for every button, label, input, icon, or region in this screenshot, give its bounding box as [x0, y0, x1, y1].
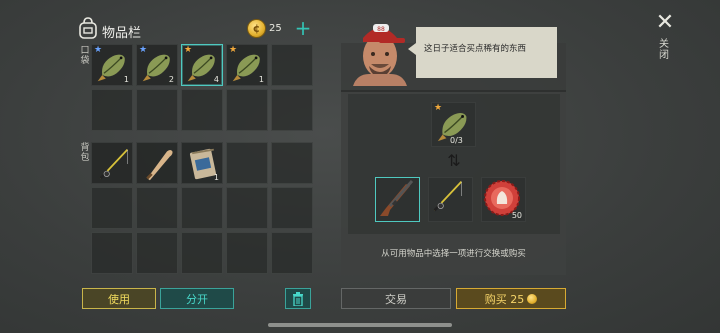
empty-slot[interactable]	[271, 44, 313, 86]
offer-item-slot[interactable]	[428, 177, 473, 222]
pocket-label: 口袋	[80, 46, 90, 66]
add-coins-button[interactable]: +	[294, 18, 312, 38]
item-count: 1	[213, 173, 219, 182]
buy-button[interactable]: 购买 25	[456, 288, 566, 309]
coin-count: 25	[269, 23, 282, 34]
inventory-title: 物品栏	[102, 26, 142, 41]
coin-icon: ¢	[247, 19, 266, 38]
fishing-rod-icon	[433, 180, 463, 212]
empty-slot[interactable]	[226, 187, 268, 229]
request-count: 0/3	[450, 136, 463, 145]
empty-slot[interactable]	[181, 232, 223, 274]
empty-slot[interactable]	[136, 89, 178, 131]
npc-speech-text: 这日子适合买点稀有的东西	[424, 44, 527, 54]
item-count: 4	[213, 75, 219, 84]
pocket-item-slot[interactable]: ★ 2	[136, 44, 178, 86]
exchange-arrows-icon: ⇅	[447, 151, 461, 170]
use-button[interactable]: 使用	[82, 288, 156, 309]
empty-slot[interactable]	[136, 232, 178, 274]
npc-speech-bubble: 这日子适合买点稀有的东西	[408, 27, 557, 78]
item-count: 1	[123, 75, 129, 84]
empty-slot[interactable]	[91, 187, 133, 229]
rarity-star-icon: ★	[94, 45, 103, 55]
empty-slot[interactable]	[181, 89, 223, 131]
empty-slot[interactable]	[271, 89, 313, 131]
backpack-label: 背包	[80, 143, 90, 163]
trash-button[interactable]	[285, 288, 311, 309]
baseball-bat-icon	[146, 150, 173, 181]
item-count: 50	[511, 211, 522, 220]
empty-slot[interactable]	[226, 232, 268, 274]
trash-icon	[293, 291, 303, 306]
rarity-star-icon: ★	[229, 45, 238, 55]
coin-icon	[527, 293, 538, 304]
offer-item-slot[interactable]: 50	[481, 177, 526, 222]
pocket-item-slot[interactable]: ★ 1	[91, 44, 133, 86]
empty-slot[interactable]	[226, 142, 268, 184]
empty-slot[interactable]	[91, 232, 133, 274]
home-indicator[interactable]	[268, 323, 452, 327]
empty-slot[interactable]	[271, 232, 313, 274]
pocket-item-slot[interactable]: ★ 1	[226, 44, 268, 86]
buy-label: 购买 25	[484, 292, 525, 306]
rifle-icon	[380, 180, 414, 216]
fishing-rod-icon	[99, 148, 129, 180]
empty-slot[interactable]	[271, 187, 313, 229]
empty-slot[interactable]	[226, 89, 268, 131]
rarity-star-icon: ★	[139, 45, 148, 55]
split-button[interactable]: 分开	[160, 288, 234, 309]
empty-slot[interactable]	[271, 142, 313, 184]
trade-hint: 从可用物品中选择一项进行交换或购买	[381, 249, 526, 259]
backpack-icon	[79, 17, 97, 39]
cap-text: 88	[377, 26, 385, 33]
item-count: 2	[168, 75, 174, 84]
backpack-item-slot[interactable]	[136, 142, 178, 184]
empty-slot[interactable]	[181, 187, 223, 229]
close-label[interactable]: 关闭	[657, 39, 671, 61]
backpack-item-slot[interactable]: 1	[181, 142, 223, 184]
empty-slot[interactable]	[136, 187, 178, 229]
trade-button[interactable]: 交易	[341, 288, 451, 309]
empty-slot[interactable]	[91, 89, 133, 131]
trader-avatar: 88	[353, 24, 407, 86]
close-icon[interactable]: ✕	[655, 12, 675, 34]
offer-item-slot[interactable]	[375, 177, 420, 222]
item-count: 1	[258, 75, 264, 84]
backpack-item-slot[interactable]	[91, 142, 133, 184]
pocket-item-slot[interactable]: ★ 4	[181, 44, 223, 86]
requested-item-slot[interactable]: ★ 0/3	[431, 102, 476, 147]
rarity-star-icon: ★	[184, 45, 193, 55]
